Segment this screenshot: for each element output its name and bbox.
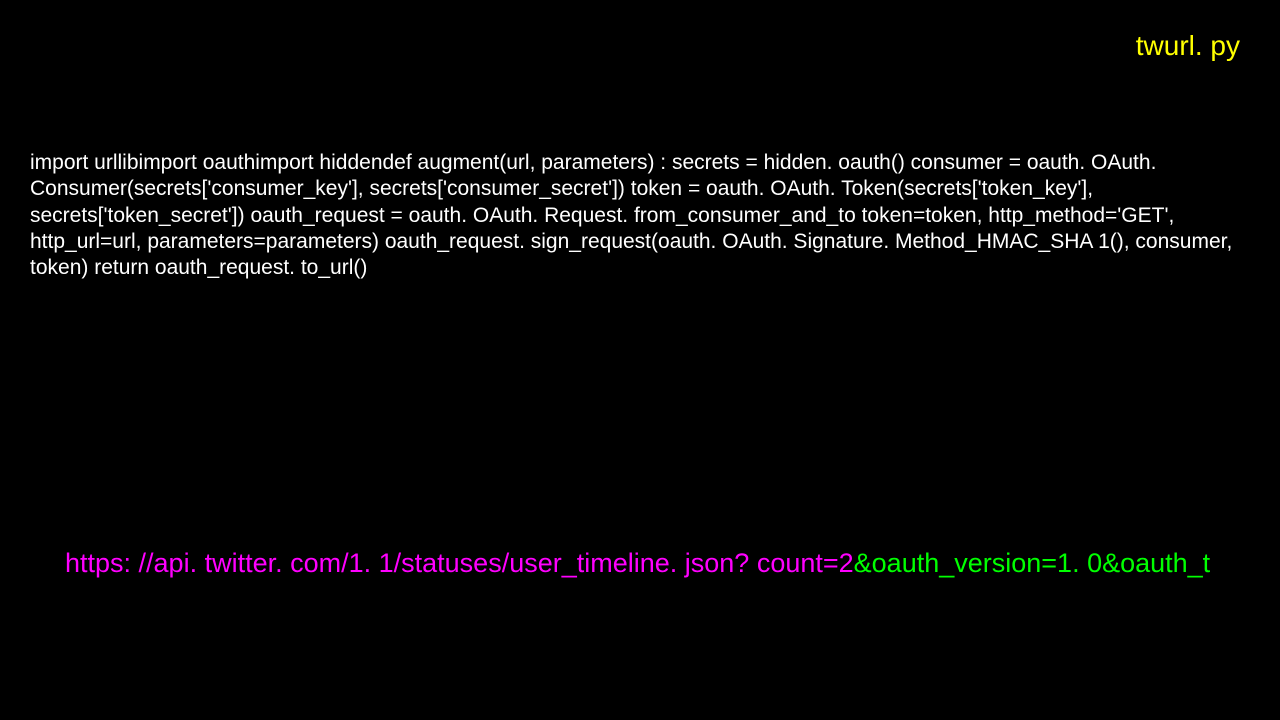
url-example: https: //api. twitter. com/1. 1/statuses…: [65, 548, 1280, 579]
url-oauth-part: &oauth_version=1. 0&oauth_t: [854, 548, 1211, 578]
code-snippet: import urllibimport oauthimport hiddende…: [30, 150, 1280, 281]
slide-title: twurl. py: [1136, 30, 1240, 62]
url-base-part: https: //api. twitter. com/1. 1/statuses…: [65, 548, 854, 578]
